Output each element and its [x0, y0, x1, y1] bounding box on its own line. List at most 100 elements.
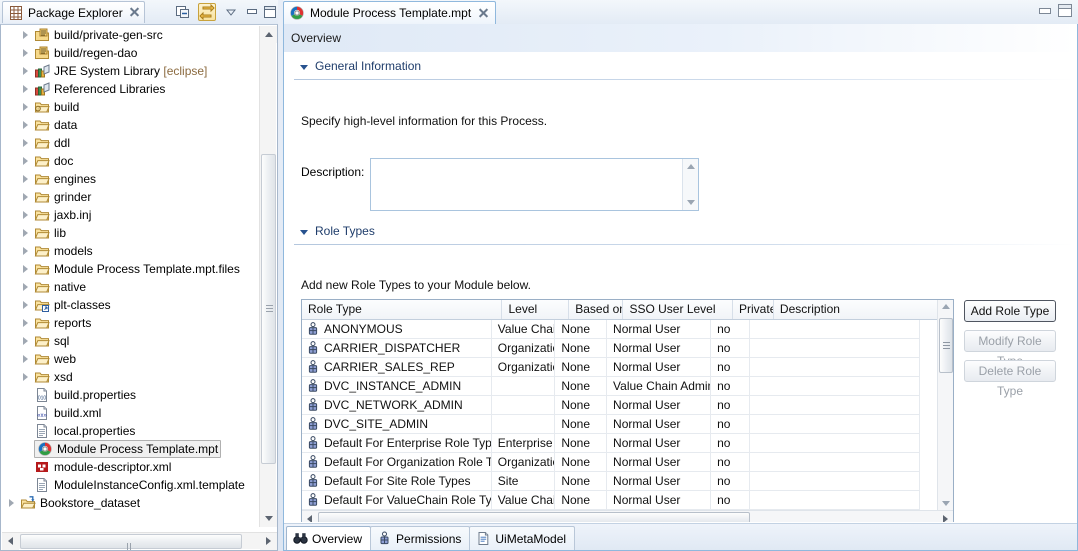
tree-item[interactable]: Module Process Template.mpt.files — [2, 260, 260, 278]
tree-item[interactable]: lib — [2, 224, 260, 242]
tree-item[interactable]: models — [2, 242, 260, 260]
page-tab-permissions[interactable]: Permissions — [370, 526, 471, 550]
scroll-right-arrow[interactable] — [260, 533, 277, 550]
maximize-editor-button[interactable] — [1058, 4, 1072, 17]
column-header[interactable]: Level — [502, 300, 570, 319]
tree-item[interactable]: web — [2, 350, 260, 368]
tree-item[interactable]: doc — [2, 152, 260, 170]
tree-item[interactable]: 010 build.properties — [2, 386, 260, 404]
table-row[interactable]: Default For ValueChain Role TypesValue C… — [302, 491, 920, 510]
expand-arrow-icon[interactable] — [18, 351, 34, 367]
column-header[interactable]: Private — [733, 300, 774, 319]
tree-item[interactable]: xsd — [2, 368, 260, 386]
tree-item[interactable]: native — [2, 278, 260, 296]
scroll-right-arrow[interactable] — [943, 515, 948, 522]
modify-role-type-button[interactable]: Modify Role Type — [964, 330, 1056, 368]
tree-vertical-scrollbar[interactable] — [259, 26, 277, 527]
section-general-information[interactable]: General Information — [298, 59, 421, 73]
table-row[interactable]: CARRIER_SALES_REP OrganizationNoneNormal … — [302, 358, 920, 377]
expand-arrow-icon[interactable] — [18, 189, 34, 205]
tree-horizontal-scroll-thumb[interactable] — [20, 534, 242, 550]
expand-arrow-icon[interactable] — [18, 315, 34, 331]
tree-item[interactable]: data — [2, 116, 260, 134]
table-row[interactable]: CARRIER_DISPATCHER OrganizationNoneNormal… — [302, 339, 920, 358]
expand-arrow-icon[interactable] — [18, 135, 34, 151]
expand-arrow-icon[interactable] — [18, 369, 34, 385]
scroll-left-arrow[interactable] — [307, 515, 312, 522]
project-tree[interactable]: build/private-gen-src build/regen-dao JRE … — [2, 26, 260, 527]
expand-arrow-icon[interactable] — [18, 99, 34, 115]
table-vertical-scrollbar[interactable] — [937, 300, 953, 510]
expand-arrow-icon[interactable] — [18, 297, 34, 313]
tree-item[interactable]: «x» build.xml — [2, 404, 260, 422]
scroll-down-arrow[interactable] — [260, 510, 277, 527]
scroll-up-arrow[interactable] — [942, 304, 950, 309]
expand-arrow-icon[interactable] — [18, 81, 34, 97]
minimize-view-button[interactable] — [243, 3, 261, 21]
expand-arrow-icon[interactable] — [18, 153, 34, 169]
tree-item[interactable]: local.properties — [2, 422, 260, 440]
view-menu-button[interactable] — [222, 3, 240, 21]
scroll-down-arrow[interactable] — [687, 200, 695, 205]
delete-role-type-button[interactable]: Delete Role Type — [964, 360, 1056, 398]
scroll-up-arrow[interactable] — [260, 26, 277, 43]
expand-arrow-icon[interactable] — [18, 117, 34, 133]
expand-arrow-icon[interactable] — [18, 63, 34, 79]
tree-item[interactable]: ! build — [2, 98, 260, 116]
tree-item[interactable]: module-descriptor.xml — [2, 458, 260, 476]
description-input[interactable] — [370, 158, 699, 211]
add-role-type-button[interactable]: Add Role Type — [964, 300, 1056, 322]
tree-item[interactable]: grinder — [2, 188, 260, 206]
table-row[interactable]: Default For Site Role Types Site None Norma… — [302, 472, 920, 491]
table-row[interactable]: Default For Organization Role TypesOrgan… — [302, 453, 920, 472]
expand-arrow-icon[interactable] — [18, 171, 34, 187]
expand-arrow-icon[interactable] — [18, 261, 34, 277]
table-row[interactable]: DVC_SITE_ADMIN None Normal User no — [302, 415, 920, 434]
tree-item[interactable]: engines — [2, 170, 260, 188]
collapse-all-button[interactable] — [174, 3, 192, 21]
scroll-up-arrow[interactable] — [687, 164, 695, 169]
tree-horizontal-scrollbar[interactable] — [2, 532, 277, 550]
tree-item[interactable]: Bookstore_dataset — [2, 494, 260, 512]
column-header[interactable]: Role Type — [302, 300, 503, 319]
column-header[interactable]: Based on — [569, 300, 624, 319]
expand-arrow-icon[interactable] — [18, 243, 34, 259]
table-vertical-scroll-thumb[interactable] — [939, 318, 953, 373]
expand-arrow-icon[interactable] — [18, 45, 34, 61]
scroll-down-arrow[interactable] — [942, 501, 950, 506]
tree-item[interactable]: sql — [2, 332, 260, 350]
package-explorer-tab[interactable]: Package Explorer — [2, 1, 145, 23]
expand-arrow-icon[interactable] — [4, 495, 20, 511]
maximize-view-button[interactable] — [261, 3, 279, 21]
expand-arrow-icon[interactable] — [18, 279, 34, 295]
tree-item[interactable]: Referenced Libraries — [2, 80, 260, 98]
expand-arrow-icon[interactable] — [18, 225, 34, 241]
tree-item[interactable]: build/private-gen-src — [2, 26, 260, 44]
table-body[interactable]: ANONYMOUSValue ChainNoneNormal UsernoCAR… — [302, 320, 920, 510]
table-row[interactable]: Default For Enterprise Role Types Enterpr… — [302, 434, 920, 453]
expand-arrow-icon[interactable] — [18, 207, 34, 223]
expand-arrow-icon[interactable] — [18, 333, 34, 349]
table-horizontal-scrollbar[interactable] — [302, 510, 953, 522]
close-icon[interactable] — [478, 8, 489, 19]
tree-item[interactable]: reports — [2, 314, 260, 332]
table-row[interactable]: ANONYMOUS Value ChainNoneNormal Userno — [302, 320, 920, 339]
tree-item[interactable]: build/regen-dao — [2, 44, 260, 62]
tree-item[interactable]: JRE System Library [eclipse] — [2, 62, 260, 80]
editor-tab-module-process-template[interactable]: Module Process Template.mpt — [283, 1, 497, 24]
role-types-table[interactable]: Role Type Level Based on SSO User Level Priv… — [301, 299, 954, 522]
link-with-editor-button[interactable] — [198, 3, 216, 21]
page-tab-overview[interactable]: Overview — [286, 526, 372, 550]
tree-item[interactable]: ModuleInstanceConfig.xml.template — [2, 476, 260, 494]
close-icon[interactable] — [129, 7, 140, 18]
column-header[interactable]: SSO User Level — [623, 300, 734, 319]
scroll-left-arrow[interactable] — [2, 533, 19, 550]
tree-vertical-scroll-thumb[interactable] — [261, 154, 276, 464]
chevron-down-icon[interactable] — [298, 60, 311, 73]
tree-item[interactable]: plt-classes — [2, 296, 260, 314]
minimize-editor-button[interactable] — [1037, 4, 1051, 17]
table-row[interactable]: DVC_INSTANCE_ADMIN None Value Chain Admin n… — [302, 377, 920, 396]
column-header[interactable]: Description — [774, 300, 953, 319]
expand-arrow-icon[interactable] — [18, 27, 34, 43]
tree-item[interactable]: Module Process Template.mpt — [2, 440, 260, 458]
